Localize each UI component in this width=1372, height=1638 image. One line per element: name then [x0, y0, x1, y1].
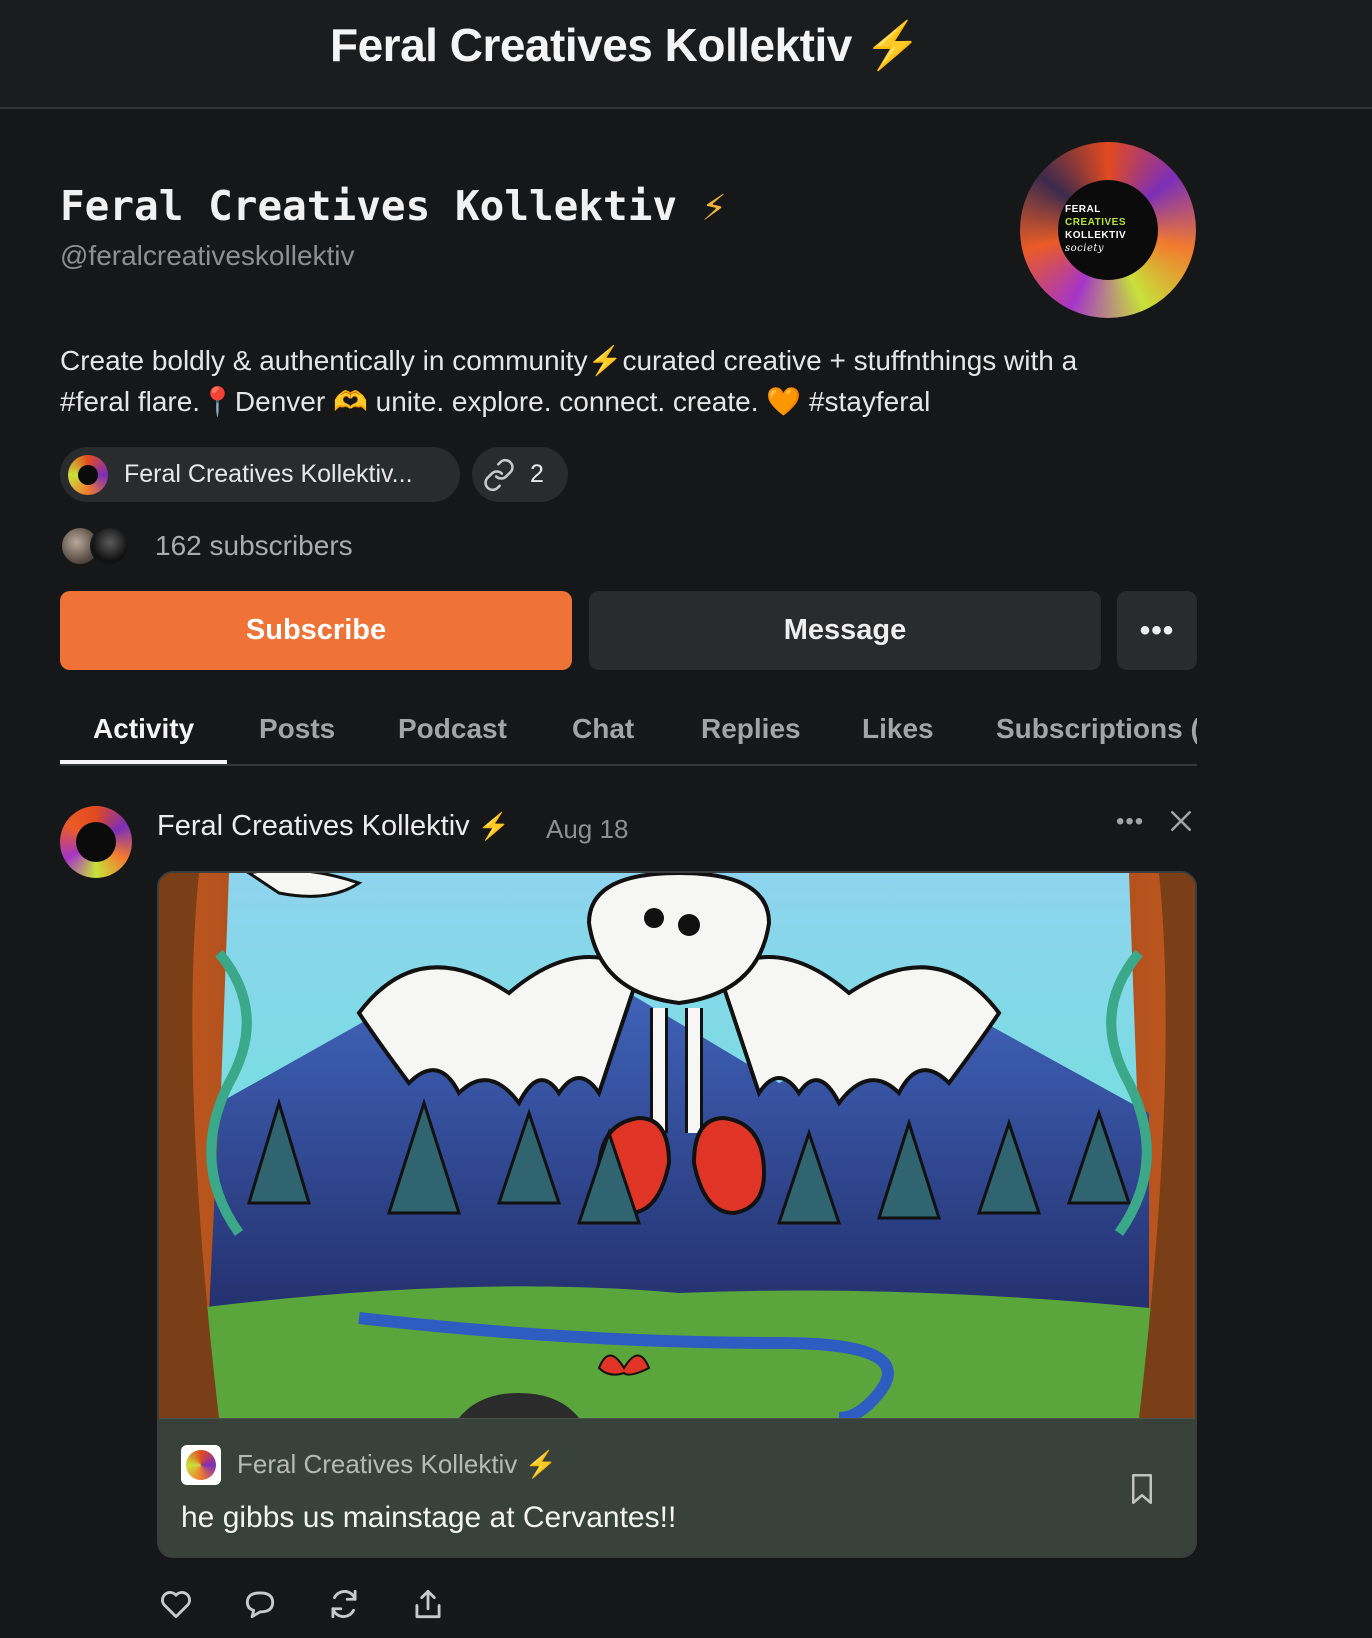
- publication-title: Feral Creatives Kollektiv: [330, 19, 852, 71]
- avatar: [90, 526, 130, 566]
- tab-chat[interactable]: Chat: [572, 713, 634, 745]
- post-author[interactable]: Feral Creatives Kollektiv ⚡: [157, 810, 510, 843]
- profile-handle: @feralcreativeskollektiv: [60, 240, 355, 271]
- profile-bio: Create boldly & authentically in communi…: [60, 340, 1180, 422]
- card-publication: Feral Creatives Kollektiv ⚡: [237, 1449, 557, 1480]
- avatar-logo-text: society: [1065, 243, 1105, 254]
- publication-pill[interactable]: Feral Creatives Kollektiv...: [60, 447, 460, 502]
- page-title[interactable]: Feral Creatives Kollektiv ⚡: [330, 18, 921, 73]
- more-options-button[interactable]: •••: [1117, 591, 1197, 670]
- publication-pill-label: Feral Creatives Kollektiv...: [124, 460, 413, 488]
- bio-line: #feral flare.📍Denver 🫶 unite. explore. c…: [60, 386, 931, 417]
- subscriber-count[interactable]: 162 subscribers: [155, 530, 353, 562]
- link-icon: [484, 458, 514, 491]
- links-pill[interactable]: 2: [472, 447, 568, 502]
- bolt-icon: ⚡: [524, 1449, 557, 1479]
- active-tab-indicator: [60, 760, 227, 764]
- tab-posts[interactable]: Posts: [259, 713, 335, 745]
- subscribe-button[interactable]: Subscribe: [60, 591, 572, 670]
- heart-icon[interactable]: [157, 1585, 195, 1623]
- restack-icon[interactable]: [325, 1585, 363, 1623]
- bolt-icon: ⚡: [864, 19, 921, 71]
- publication-avatar: [181, 1445, 221, 1485]
- more-icon: •••: [1116, 808, 1145, 835]
- close-icon[interactable]: [1166, 806, 1196, 836]
- post-author-avatar[interactable]: [60, 806, 132, 878]
- post-author-name: Feral Creatives Kollektiv: [157, 810, 470, 842]
- message-button[interactable]: Message: [589, 591, 1101, 670]
- bolt-icon: ⚡: [701, 182, 727, 230]
- card-publication-name: Feral Creatives Kollektiv: [237, 1449, 518, 1479]
- tab-podcast[interactable]: Podcast: [398, 713, 507, 745]
- profile-tabs: Activity Posts Podcast Chat Replies Like…: [60, 705, 1197, 766]
- share-icon[interactable]: [409, 1585, 447, 1623]
- more-icon: •••: [1139, 613, 1175, 647]
- tab-replies[interactable]: Replies: [701, 713, 801, 745]
- post-title[interactable]: he gibbs us mainstage at Cervantes!!: [181, 1501, 676, 1535]
- post-image[interactable]: [159, 873, 1197, 1418]
- post-card-footer[interactable]: Feral Creatives Kollektiv ⚡ he gibbs us …: [159, 1418, 1195, 1556]
- top-bar: Feral Creatives Kollektiv ⚡: [0, 0, 1372, 109]
- tab-activity[interactable]: Activity: [93, 713, 194, 745]
- tab-subscriptions[interactable]: Subscriptions (: [996, 713, 1197, 745]
- post-card[interactable]: Feral Creatives Kollektiv ⚡ he gibbs us …: [157, 871, 1197, 1558]
- profile-name: Feral Creatives Kollektiv ⚡: [60, 182, 726, 230]
- avatar-logo-text: CREATIVES: [1065, 217, 1126, 228]
- comment-icon[interactable]: [241, 1585, 279, 1623]
- bolt-icon: ⚡: [477, 811, 511, 841]
- post-date: Aug 18: [546, 814, 629, 844]
- profile-avatar[interactable]: FERAL CREATIVES KOLLEKTIV society: [1020, 142, 1196, 318]
- bookmark-icon[interactable]: [1127, 1471, 1157, 1507]
- publication-avatar: [68, 454, 108, 495]
- tab-likes[interactable]: Likes: [862, 713, 934, 745]
- post-more-button[interactable]: •••: [1116, 808, 1144, 836]
- avatar-logo-text: KOLLEKTIV: [1065, 230, 1127, 241]
- avatar-logo-text: FERAL: [1065, 204, 1101, 215]
- links-count: 2: [530, 460, 544, 488]
- subscriber-avatars: [60, 526, 132, 566]
- profile-name-text: Feral Creatives Kollektiv: [60, 182, 678, 230]
- bio-line: Create boldly & authentically in communi…: [60, 345, 1078, 376]
